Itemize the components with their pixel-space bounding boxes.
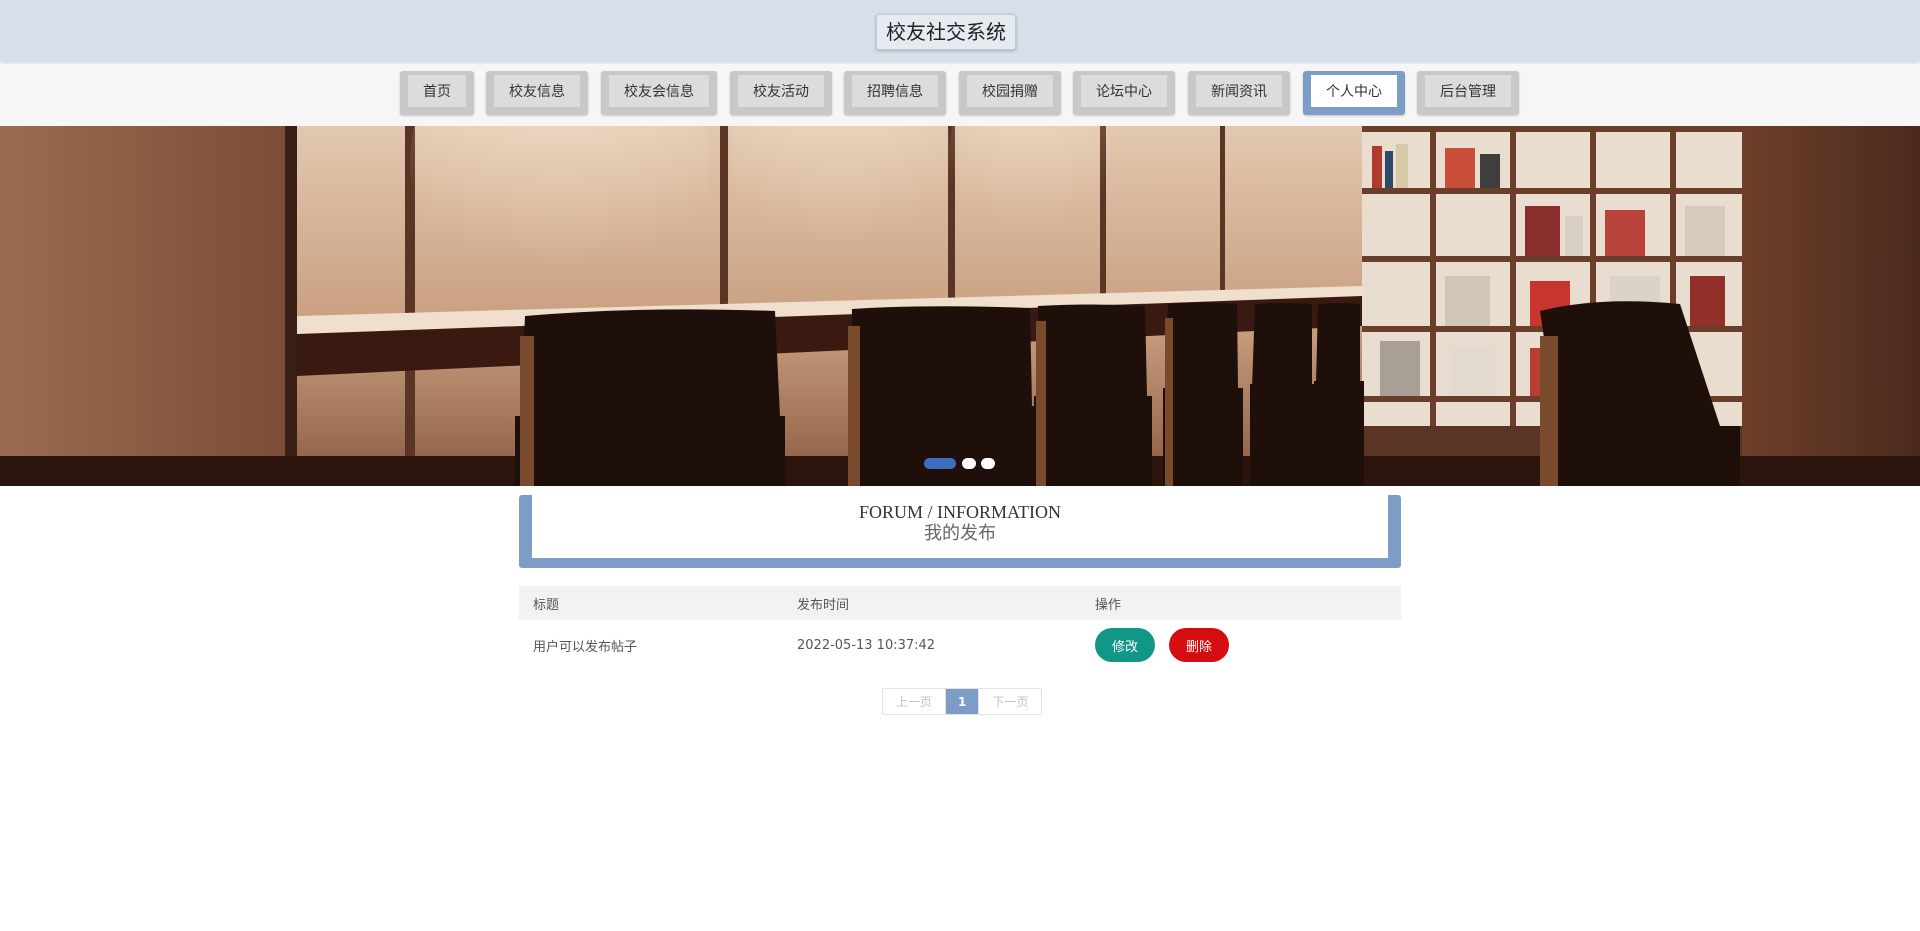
nav-item-label: 首页 [408,75,466,107]
site-title: 校友社交系统 [876,14,1016,50]
section-title-en: FORUM / INFORMATION [532,502,1388,522]
nav-item-alumni-info[interactable]: 校友信息 [486,71,588,115]
current-page[interactable]: 1 [945,689,979,714]
nav-item-alumni-association[interactable]: 校友会信息 [601,71,717,115]
section-title-inner: FORUM / INFORMATION 我的发布 [532,495,1388,558]
header-actions: 操作 [1095,597,1122,613]
nav-item-label: 新闻资讯 [1196,75,1282,107]
banner-carousel[interactable] [0,126,1920,486]
pagination: 上一页 1 下一页 [882,688,1043,715]
nav-item-personal-center[interactable]: 个人中心 [1303,71,1405,115]
nav-item-label: 招聘信息 [852,75,938,107]
post-time: 2022-05-13 10:37:42 [797,637,936,653]
nav-item-news[interactable]: 新闻资讯 [1188,71,1290,115]
nav-item-home[interactable]: 首页 [400,71,474,115]
posts-table: 标题 发布时间 操作 用户可以发布帖子 2022-05-13 10:37:42 … [519,586,1401,670]
nav-item-label: 个人中心 [1311,75,1397,107]
nav-item-label: 校友活动 [738,75,824,107]
edit-button[interactable]: 修改 [1095,628,1156,662]
carousel-dot-2[interactable] [962,458,976,469]
nav-item-forum[interactable]: 论坛中心 [1073,71,1175,115]
table-header: 标题 发布时间 操作 [519,586,1401,620]
header-title: 标题 [533,597,560,613]
nav-item-label: 论坛中心 [1081,75,1167,107]
banner-image [0,126,1920,486]
main-nav: 首页 校友信息 校友会信息 校友活动 招聘信息 校园捐赠 论坛中心 新闻资讯 个… [0,64,1920,126]
post-actions: 修改 删除 [1095,620,1243,670]
nav-item-label: 校友信息 [494,75,580,107]
next-page-button[interactable]: 下一页 [978,689,1042,714]
site-header: 校友社交系统 [0,0,1920,62]
section-title-cn: 我的发布 [924,523,996,543]
nav-item-alumni-activities[interactable]: 校友活动 [730,71,832,115]
nav-item-label: 校园捐赠 [967,75,1053,107]
nav-item-label: 校友会信息 [609,75,709,107]
nav-item-recruitment[interactable]: 招聘信息 [844,71,946,115]
nav-item-admin[interactable]: 后台管理 [1417,71,1519,115]
carousel-dot-1[interactable] [924,458,956,469]
title-en-right: INFORMATION [937,502,1062,522]
title-en-left: FORUM [858,502,923,522]
header-time: 发布时间 [797,597,850,613]
delete-button[interactable]: 删除 [1169,628,1230,662]
nav-item-label: 后台管理 [1425,75,1511,107]
nav-item-donation[interactable]: 校园捐赠 [959,71,1061,115]
section-title-box: FORUM / INFORMATION 我的发布 [519,495,1401,568]
post-title: 用户可以发布帖子 [533,639,638,655]
table-row: 用户可以发布帖子 2022-05-13 10:37:42 修改 删除 [519,620,1401,670]
title-separator: / [927,502,933,522]
prev-page-button[interactable]: 上一页 [883,689,946,714]
carousel-dot-3[interactable] [981,458,995,469]
